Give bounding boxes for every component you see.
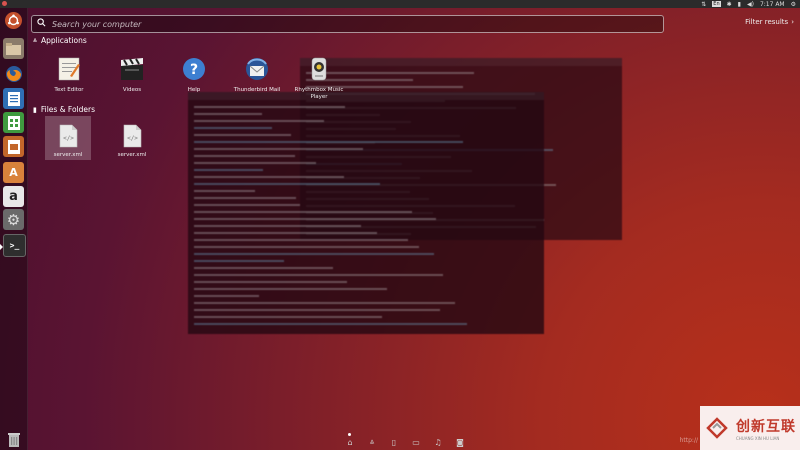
brand-subtitle: CHUANG XIN HU LIAN (736, 435, 780, 441)
app-tile-text-editor[interactable]: Text Editor (44, 55, 94, 94)
ubuntu-dash-icon[interactable] (5, 12, 22, 29)
photos-lens-icon[interactable]: ◙ (455, 437, 465, 447)
network-icon[interactable]: ⇅ (701, 1, 706, 8)
system-settings-icon[interactable]: ⚙ (3, 209, 24, 230)
video-lens-icon[interactable]: ▭ (411, 437, 421, 447)
files-icon[interactable] (3, 38, 24, 59)
app-tile-rhythmbox[interactable]: Rhythmbox Music Player (294, 55, 344, 100)
dash-overlay: Filter results › ⩓ Applications Text Edi… (27, 8, 800, 450)
music-lens-icon[interactable]: ♫ (433, 437, 443, 447)
svg-text:</>: </> (63, 135, 74, 142)
clock[interactable]: 7:17 AM (760, 1, 785, 8)
svg-text:</>: </> (127, 135, 138, 142)
home-lens-icon[interactable]: ⌂ (345, 433, 355, 447)
search-input[interactable] (50, 17, 654, 32)
search-icon (37, 18, 46, 27)
applications-lens-icon[interactable]: ⩓ (367, 437, 377, 447)
watermark-url: http:// (679, 437, 698, 444)
file-tile-server-xml[interactable]: </> server.xml (107, 124, 157, 159)
close-button[interactable] (2, 1, 7, 6)
top-panel: ⇅ En ✱ ▮ ◀) 7:17 AM ⚙ (0, 0, 800, 8)
help-icon: ? (180, 55, 208, 83)
amazon-icon[interactable]: a (3, 186, 24, 207)
filter-results-button[interactable]: Filter results › (745, 18, 794, 26)
files-lens-icon[interactable]: ▯ (389, 437, 399, 447)
app-tile-videos[interactable]: Videos (107, 55, 157, 94)
calc-icon[interactable] (3, 112, 24, 133)
running-indicator (0, 244, 3, 250)
category-header-applications[interactable]: ⩓ Applications (33, 36, 87, 45)
applications-category-icon: ⩓ (33, 36, 37, 44)
text-editor-icon (55, 55, 83, 83)
watermark-logo: 创新互联 CHUANG XIN HU LIAN (700, 406, 800, 450)
category-header-files-folders[interactable]: ▮ Files & Folders (33, 105, 95, 114)
terminal-icon[interactable]: >_ (3, 234, 26, 257)
thunderbird-icon (243, 55, 271, 83)
lens-bar: ⌂ ⩓ ▯ ▭ ♫ ◙ (345, 433, 465, 447)
search-bar[interactable] (31, 15, 664, 33)
clapperboard-icon (118, 55, 146, 83)
file-category-icon: ▮ (33, 105, 37, 114)
svg-text:?: ? (190, 62, 198, 78)
writer-icon[interactable] (3, 88, 24, 109)
brand-name: 创新互联 (736, 418, 796, 435)
system-tray: ⇅ En ✱ ▮ ◀) 7:17 AM ⚙ (701, 0, 796, 8)
keyboard-layout-icon[interactable]: En (712, 1, 721, 7)
brand-logo-icon (706, 417, 728, 439)
xml-file-icon: </> (118, 124, 146, 148)
trash-icon[interactable] (3, 428, 24, 449)
window-controls[interactable] (2, 1, 7, 6)
file-tile-server-xml-selected[interactable]: </> server.xml (45, 116, 91, 160)
battery-icon[interactable]: ▮ (738, 1, 741, 8)
impress-icon[interactable] (3, 136, 24, 157)
volume-icon[interactable]: ◀) (747, 1, 754, 8)
app-tile-help[interactable]: ? Help (169, 55, 219, 94)
bluetooth-icon[interactable]: ✱ (727, 1, 732, 8)
launcher: A a ⚙ >_ (0, 8, 28, 450)
firefox-icon[interactable] (3, 63, 24, 84)
software-center-icon[interactable]: A (3, 162, 24, 183)
app-tile-thunderbird-mail[interactable]: Thunderbird Mail (232, 55, 282, 94)
xml-file-icon: </> (54, 124, 82, 148)
chevron-right-icon: › (791, 18, 794, 26)
gear-icon[interactable]: ⚙ (791, 1, 796, 8)
rhythmbox-icon (305, 55, 333, 83)
